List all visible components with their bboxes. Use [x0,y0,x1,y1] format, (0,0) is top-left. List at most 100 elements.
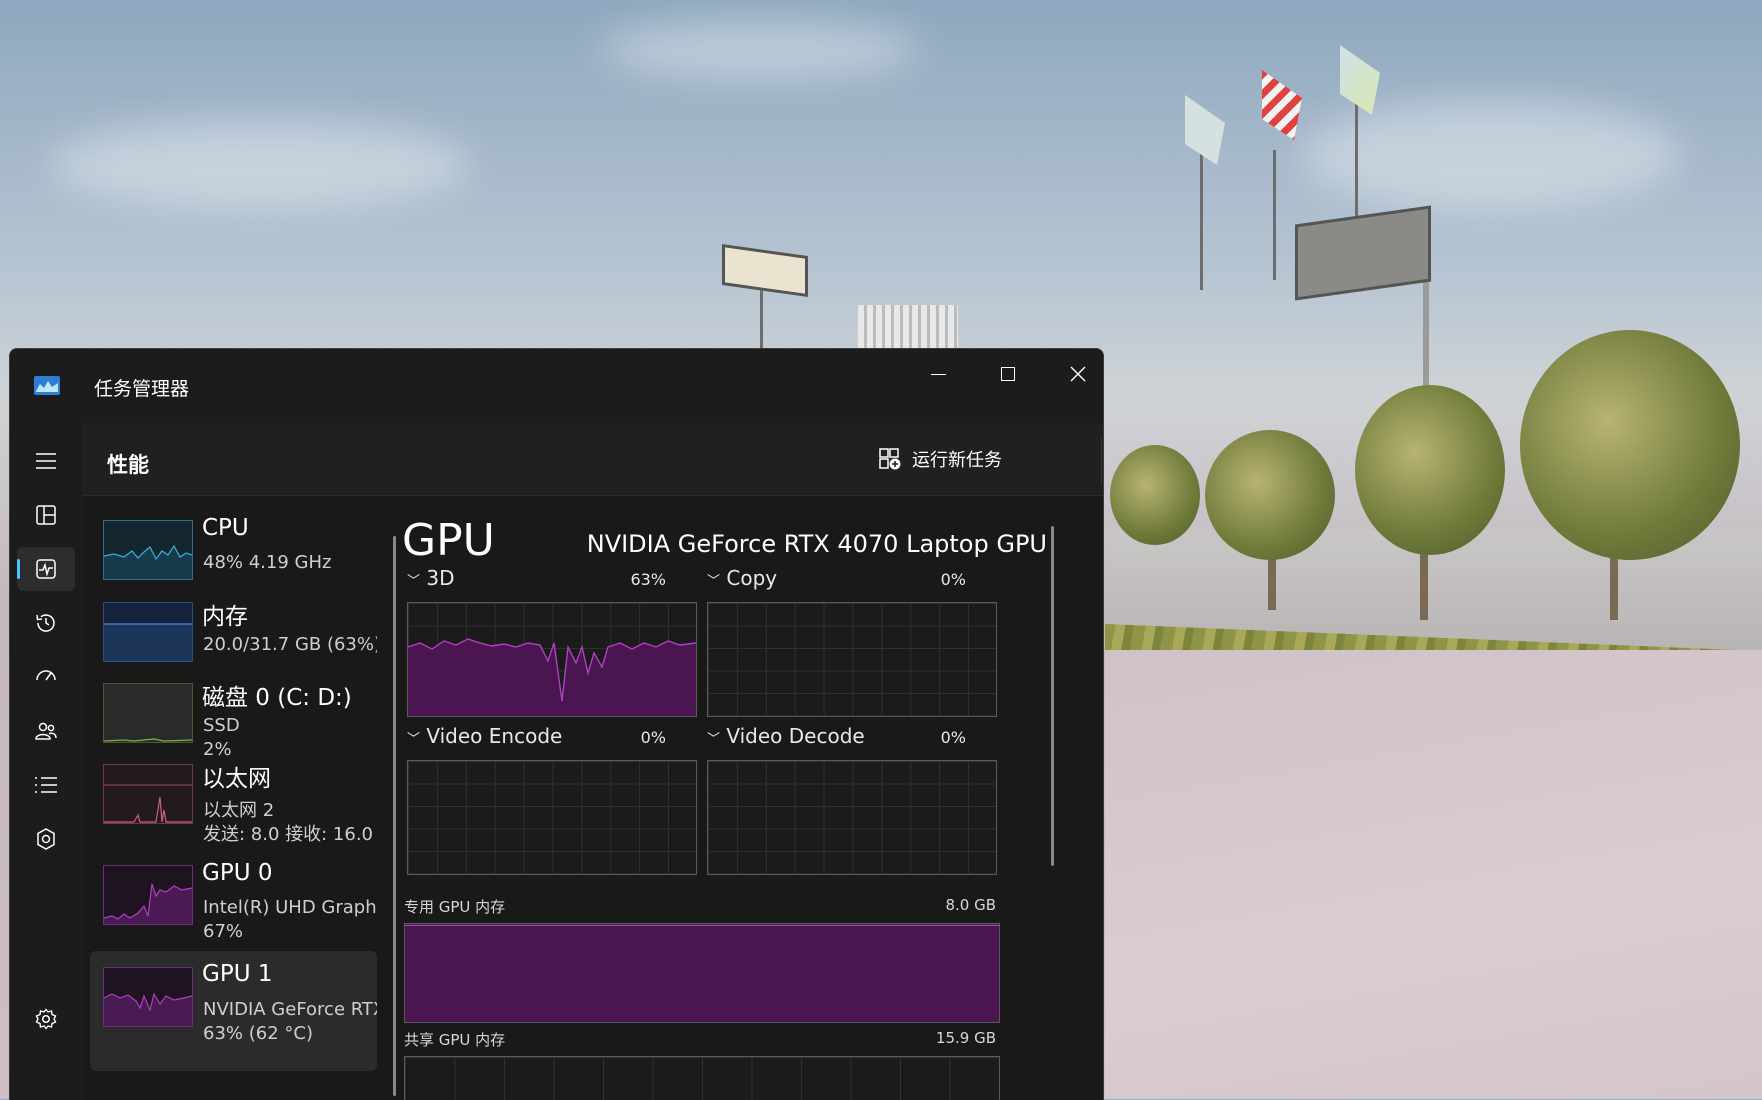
title-bar[interactable]: 任务管理器 [10,349,1103,423]
background-tree [1110,445,1200,545]
background-flag [1185,95,1225,165]
nav-performance[interactable] [17,547,75,591]
engine-dropdown-copy[interactable]: ﹀ Copy [707,566,777,590]
page-header: 性能 运行新任务 ··· [83,423,1103,496]
device-name: GPU 1 [202,961,273,987]
active-indicator [17,559,20,579]
details-list-icon [35,777,57,793]
engine-dropdown-video-decode[interactable]: ﹀ Video Decode [707,724,865,748]
device-detail: 发送: 8.0 接收: 16.0 [203,824,373,845]
device-detail: 20.0/31.7 GB (63%) [203,634,377,655]
nav-app-history[interactable] [17,601,75,645]
close-button[interactable] [1043,349,1103,399]
nav-services[interactable] [17,817,75,861]
dedicated-memory-value: 8.0 GB [945,896,996,914]
header-divider [1101,437,1102,485]
task-manager-window: 任务管理器 性能 运行新任务 CPU 48% 4.19 GHz 内存 20.0/… [9,348,1104,1100]
background-tree [1355,385,1505,555]
engine-graph-video-encode [407,760,697,875]
hamburger-menu-button[interactable] [17,439,75,483]
disk-thumbnail-graph [103,683,193,743]
background-flag [1262,70,1302,140]
chevron-down-icon: ﹀ [707,732,721,747]
chevron-down-icon: ﹀ [707,574,721,589]
background-building [858,305,958,350]
device-list: CPU 48% 4.19 GHz 内存 20.0/31.7 GB (63%) 磁… [83,496,396,1100]
background-tree [1205,430,1335,560]
device-item-ethernet[interactable]: 以太网 以太网 2 发送: 8.0 接收: 16.0 [90,754,377,849]
engine-dropdown-video-encode[interactable]: ﹀ Video Encode [407,724,562,748]
minimize-icon [930,373,946,375]
chevron-down-icon: ﹀ [407,574,421,589]
nav-startup-apps[interactable] [17,655,75,699]
services-puzzle-icon [37,828,55,850]
navigation-rail [10,423,82,1100]
device-detail: 48% 4.19 GHz [203,552,332,573]
dedicated-memory-fill [405,924,999,1022]
engine-percent: 0% [640,728,666,747]
nav-users[interactable] [17,709,75,753]
gpu-model-name: NVIDIA GeForce RTX 4070 Laptop GPU [586,530,1047,558]
device-item-gpu-1[interactable]: GPU 1 NVIDIA GeForce RTX 4070 Laptop GPU… [90,951,377,1071]
gpu1-thumbnail-graph [103,967,193,1027]
close-icon [1070,366,1086,382]
dedicated-memory-label: 专用 GPU 内存 [404,898,506,916]
cpu-thumbnail-graph [103,520,193,580]
processes-icon [36,505,56,525]
device-name: 以太网 [202,766,271,792]
device-name: CPU [202,515,249,541]
device-detail: 以太网 2 [203,800,275,821]
nav-processes[interactable] [17,493,75,537]
run-new-task-label: 运行新任务 [912,450,1002,471]
device-detail: SSD [203,715,240,736]
device-detail: 63% (62 °C) [203,1023,313,1044]
background-billboard [1295,205,1431,301]
nav-details[interactable] [17,763,75,807]
page-title: 性能 [107,453,149,477]
engine-percent: 0% [940,728,966,747]
users-icon [35,722,57,740]
shared-memory-value: 15.9 GB [935,1029,996,1047]
run-new-task-button[interactable]: 运行新任务 [878,443,1002,475]
ethernet-thumbnail-graph [103,764,193,824]
background-flag [1340,45,1380,115]
device-detail: 67% [203,921,244,942]
engine-percent: 0% [940,570,966,589]
device-item-cpu[interactable]: CPU 48% 4.19 GHz [90,510,377,605]
engine-label: 3D [426,566,455,590]
background-billboard [722,243,808,298]
settings-gear-icon [35,1008,57,1030]
detail-title: GPU [402,515,495,566]
engine-dropdown-3d[interactable]: ﹀ 3D [407,566,455,590]
engine-graph-3d-line [408,638,696,716]
device-item-gpu-0[interactable]: GPU 0 Intel(R) UHD Graphics 67% [90,855,377,950]
engine-graph-copy [707,602,997,717]
hamburger-icon [36,453,56,469]
device-name: 磁盘 0 (C: D:) [202,685,352,711]
device-detail: Intel(R) UHD Graphics [203,897,377,918]
gpu-detail-panel: GPU NVIDIA GeForce RTX 4070 Laptop GPU ﹀… [383,496,1103,1100]
shared-memory-label: 共享 GPU 内存 [404,1031,506,1049]
device-name: GPU 0 [202,860,273,886]
engine-label: Video Encode [426,724,563,748]
maximize-button[interactable] [973,349,1043,399]
gpu0-thumbnail-graph [103,865,193,925]
background-tree [1520,330,1740,560]
memory-thumbnail-graph [103,602,193,662]
startup-speedometer-icon [36,670,56,681]
run-new-task-icon [879,448,901,470]
engine-percent: 63% [630,570,666,589]
device-name: 内存 [202,604,248,630]
engine-graph-video-decode [707,760,997,875]
engine-graph-3d [407,602,697,717]
dedicated-memory-graph [404,923,1000,1023]
window-title: 任务管理器 [94,378,190,400]
chevron-down-icon: ﹀ [407,732,421,747]
engine-label: Video Decode [726,724,865,748]
main-content: 性能 运行新任务 ··· CPU 48% 4.19 GHz [83,423,1103,1100]
task-manager-app-icon [34,376,60,395]
engine-label: Copy [726,566,778,590]
minimize-button[interactable] [903,349,973,399]
nav-settings[interactable] [17,997,75,1041]
detail-scrollbar[interactable] [1051,526,1054,866]
